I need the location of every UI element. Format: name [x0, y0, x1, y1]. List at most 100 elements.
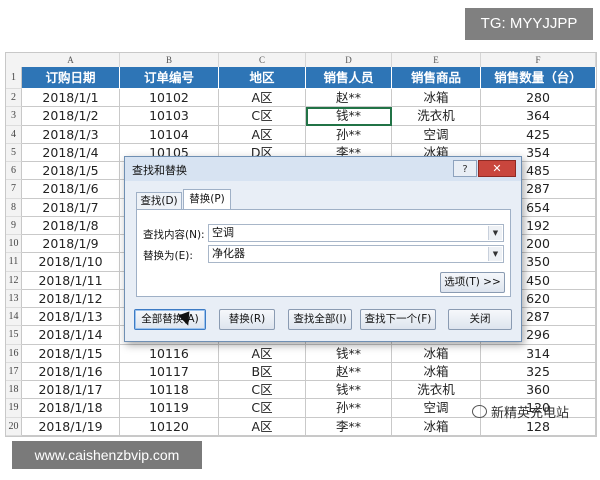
row-number[interactable]: 5 [6, 143, 22, 162]
chevron-down-icon[interactable]: ▼ [488, 247, 502, 261]
table-cell[interactable]: 2018/1/15 [22, 344, 120, 363]
table-cell[interactable]: 孙** [306, 399, 392, 418]
column-header-cell[interactable]: 地区 [219, 67, 306, 89]
table-cell[interactable]: 2018/1/14 [22, 326, 120, 345]
column-header-cell[interactable]: 订购日期 [22, 67, 120, 89]
table-cell[interactable]: C区 [219, 107, 306, 126]
table-cell[interactable]: 冰箱 [392, 362, 481, 381]
table-cell[interactable]: 钱** [306, 381, 392, 400]
table-cell[interactable]: 360 [481, 381, 596, 400]
table-cell[interactable]: 2018/1/9 [22, 235, 120, 254]
row-number[interactable]: 19 [6, 399, 22, 418]
close-button[interactable]: 关闭 [448, 309, 512, 330]
table-cell[interactable]: 2018/1/2 [22, 107, 120, 126]
find-next-button[interactable]: 查找下一个(F) [360, 309, 436, 330]
table-cell[interactable]: 赵** [306, 362, 392, 381]
row-number[interactable]: 13 [6, 289, 22, 308]
column-letter[interactable]: D [306, 53, 392, 67]
close-window-button[interactable]: ✕ [478, 160, 516, 177]
table-cell[interactable]: 钱** [306, 107, 392, 126]
table-cell[interactable]: 2018/1/18 [22, 399, 120, 418]
table-cell[interactable]: 2018/1/3 [22, 125, 120, 144]
column-letter[interactable]: C [219, 53, 306, 67]
table-cell[interactable]: 钱** [306, 344, 392, 363]
table-cell[interactable]: 冰箱 [392, 89, 481, 108]
table-cell[interactable]: 李** [306, 417, 392, 436]
row-number[interactable]: 18 [6, 381, 22, 400]
row-number[interactable]: 2 [6, 89, 22, 108]
replace-with-input[interactable]: 净化器 ▼ [208, 245, 504, 263]
tab-find[interactable]: 查找(D) [136, 192, 182, 209]
table-cell[interactable]: 冰箱 [392, 344, 481, 363]
replace-button[interactable]: 替换(R) [219, 309, 275, 330]
table-cell[interactable]: 2018/1/8 [22, 216, 120, 235]
row-number[interactable]: 17 [6, 362, 22, 381]
column-header-cell[interactable]: 订单编号 [120, 67, 219, 89]
table-cell[interactable]: 10116 [120, 344, 219, 363]
find-what-input[interactable]: 空调 ▼ [208, 224, 504, 242]
table-cell[interactable]: 10118 [120, 381, 219, 400]
table-cell[interactable]: 2018/1/16 [22, 362, 120, 381]
table-cell[interactable]: 2018/1/1 [22, 89, 120, 108]
table-cell[interactable]: 冰箱 [392, 417, 481, 436]
table-cell[interactable]: 2018/1/17 [22, 381, 120, 400]
table-cell[interactable]: C区 [219, 381, 306, 400]
table-cell[interactable]: 2018/1/13 [22, 308, 120, 327]
row-number[interactable]: 4 [6, 125, 22, 144]
chevron-down-icon[interactable]: ▼ [488, 226, 502, 240]
column-header-cell[interactable]: 销售商品 [392, 67, 481, 89]
table-cell[interactable]: 2018/1/5 [22, 162, 120, 181]
column-letter[interactable]: B [120, 53, 219, 67]
table-cell[interactable]: 2018/1/6 [22, 180, 120, 199]
column-letter[interactable]: F [481, 53, 596, 67]
table-cell[interactable]: 425 [481, 125, 596, 144]
row-number[interactable]: 11 [6, 253, 22, 272]
table-cell[interactable]: 2018/1/19 [22, 417, 120, 436]
row-number[interactable]: 1 [6, 67, 22, 89]
table-cell[interactable]: 孙** [306, 125, 392, 144]
table-cell[interactable]: 2018/1/10 [22, 253, 120, 272]
row-number[interactable]: 16 [6, 344, 22, 363]
row-number[interactable]: 20 [6, 417, 22, 436]
row-number[interactable]: 9 [6, 216, 22, 235]
row-number[interactable]: 15 [6, 326, 22, 345]
row-number[interactable]: 7 [6, 180, 22, 199]
table-cell[interactable]: 325 [481, 362, 596, 381]
table-cell[interactable]: A区 [219, 89, 306, 108]
table-cell[interactable]: A区 [219, 344, 306, 363]
table-cell[interactable]: 280 [481, 89, 596, 108]
table-cell[interactable]: B区 [219, 362, 306, 381]
table-cell[interactable]: 364 [481, 107, 596, 126]
table-cell[interactable]: 2018/1/12 [22, 289, 120, 308]
table-cell[interactable]: 空调 [392, 399, 481, 418]
find-all-button[interactable]: 查找全部(I) [288, 309, 352, 330]
table-cell[interactable]: 10117 [120, 362, 219, 381]
table-cell[interactable]: 赵** [306, 89, 392, 108]
options-button[interactable]: 选项(T) >> [440, 272, 505, 293]
tab-replace[interactable]: 替换(P) [183, 189, 231, 210]
table-cell[interactable]: 10104 [120, 125, 219, 144]
column-letter[interactable]: E [392, 53, 481, 67]
row-number[interactable]: 8 [6, 198, 22, 217]
replace-all-button[interactable]: 全部替换(A) [134, 309, 206, 330]
help-button[interactable]: ? [453, 160, 477, 177]
table-cell[interactable]: 314 [481, 344, 596, 363]
table-cell[interactable]: 10103 [120, 107, 219, 126]
table-cell[interactable]: 洗衣机 [392, 107, 481, 126]
table-cell[interactable]: 10120 [120, 417, 219, 436]
table-cell[interactable]: 10102 [120, 89, 219, 108]
table-cell[interactable]: A区 [219, 125, 306, 144]
table-cell[interactable]: 洗衣机 [392, 381, 481, 400]
table-cell[interactable]: 空调 [392, 125, 481, 144]
column-header-cell[interactable]: 销售数量（台） [481, 67, 596, 89]
row-number[interactable]: 14 [6, 308, 22, 327]
table-cell[interactable]: 10119 [120, 399, 219, 418]
table-cell[interactable]: 2018/1/11 [22, 271, 120, 290]
table-cell[interactable]: C区 [219, 399, 306, 418]
row-number[interactable]: 10 [6, 235, 22, 254]
column-header-cell[interactable]: 销售人员 [306, 67, 392, 89]
column-letter[interactable]: A [22, 53, 120, 67]
row-number[interactable]: 12 [6, 271, 22, 290]
table-cell[interactable]: 2018/1/4 [22, 143, 120, 162]
table-cell[interactable]: 2018/1/7 [22, 198, 120, 217]
